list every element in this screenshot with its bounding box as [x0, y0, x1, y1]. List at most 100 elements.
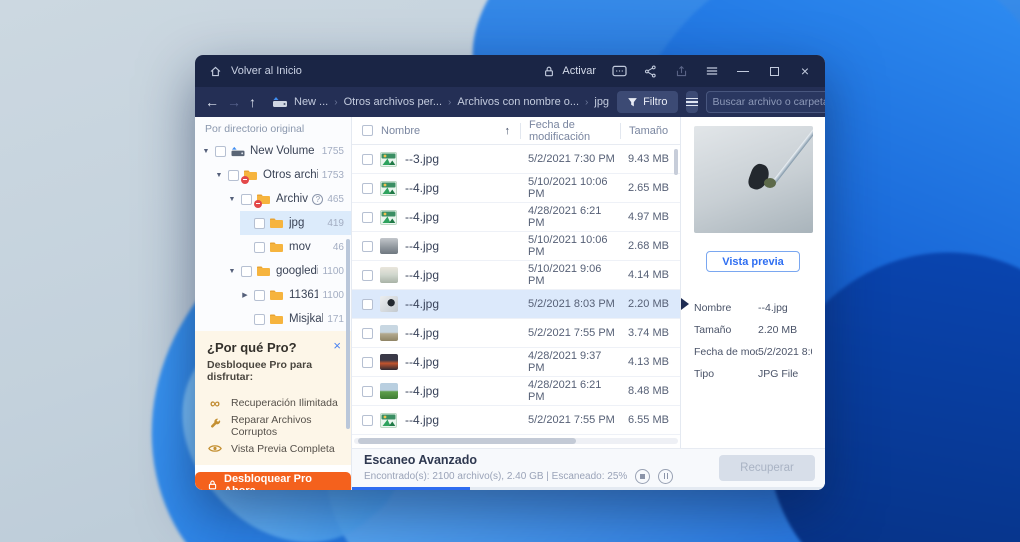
file-detail-label: Tipo — [694, 368, 758, 380]
file-name-cell: --4.jpg — [352, 238, 520, 254]
tree-item-googledirve[interactable]: ▼googledirve1100 — [195, 259, 351, 283]
stop-scan-button[interactable] — [635, 469, 650, 484]
tree-checkbox[interactable] — [254, 314, 265, 325]
tree-checkbox[interactable] — [241, 194, 252, 205]
file-detail-value: --4.jpg — [758, 302, 812, 314]
breadcrumb-separator: › — [334, 97, 337, 108]
back-to-home-button[interactable]: Volver al Inicio — [207, 63, 302, 79]
file-date: 4/28/2021 6:21 PM — [520, 379, 620, 403]
file-row[interactable]: --4.jpg4/28/2021 9:37 PM4.13 MB — [352, 348, 680, 377]
feedback-icon[interactable] — [611, 63, 627, 79]
caret-right-icon[interactable]: ▶ — [240, 291, 250, 299]
horizontal-scrollbar[interactable] — [354, 438, 678, 444]
file-name: --3.jpg — [405, 152, 439, 166]
tree-checkbox[interactable] — [254, 242, 265, 253]
file-row[interactable]: --4.jpg5/2/2021 7:55 PM3.74 MB — [352, 319, 680, 348]
breadcrumb-item[interactable]: Otros archivos per... — [344, 96, 442, 108]
help-icon[interactable]: ? — [312, 194, 323, 205]
file-row[interactable]: --4.jpg5/10/2021 9:06 PM4.14 MB — [352, 261, 680, 290]
promo-close-icon[interactable]: × — [333, 339, 341, 352]
image-file-icon — [380, 152, 398, 167]
file-row[interactable]: --4.jpg5/2/2021 7:55 PM6.55 MB — [352, 406, 680, 435]
image-file-icon — [380, 210, 398, 225]
file-row[interactable]: --4.jpg4/28/2021 6:21 PM8.48 MB — [352, 377, 680, 406]
tree-item-archivosconn[interactable]: ▼Archivos con n...?465 — [195, 187, 351, 211]
column-label-date: Fecha de modificación — [529, 119, 620, 143]
row-checkbox[interactable] — [362, 299, 373, 310]
row-checkbox[interactable] — [362, 270, 373, 281]
tree-item-1136154134406[interactable]: ▶1136154134406...1100 — [195, 283, 351, 307]
title-bar: Volver al Inicio Activar — [195, 55, 825, 87]
row-checkbox[interactable] — [362, 328, 373, 339]
view-mode-button[interactable] — [686, 91, 698, 113]
file-size: 4.13 MB — [620, 356, 680, 368]
row-checkbox[interactable] — [362, 241, 373, 252]
breadcrumb-item[interactable]: Archivos con nombre o... — [457, 96, 579, 108]
menu-icon[interactable] — [704, 63, 720, 79]
tree-checkbox[interactable] — [254, 218, 265, 229]
tree-item-mov[interactable]: mov46 — [195, 235, 351, 259]
caret-down-icon[interactable]: ▼ — [227, 268, 237, 275]
stop-icon — [640, 474, 645, 479]
file-row[interactable]: --3.jpg5/2/2021 7:30 PM9.43 MB — [352, 145, 680, 174]
row-checkbox[interactable] — [362, 386, 373, 397]
tree-item-count: 1755 — [322, 146, 344, 157]
horizontal-scrollbar-thumb[interactable] — [358, 438, 576, 444]
row-checkbox[interactable] — [362, 357, 373, 368]
column-header-date[interactable]: Fecha de modificación — [520, 123, 620, 139]
promo-feature-label: Vista Previa Completa — [231, 443, 335, 455]
tree-item-count: 1100 — [322, 290, 344, 301]
file-size: 3.74 MB — [620, 327, 680, 339]
tree-item-otrosarchivosper[interactable]: ▼Otros archivos per...1753 — [195, 163, 351, 187]
promo-title: ¿Por qué Pro? — [207, 340, 339, 355]
search-input[interactable] — [713, 96, 825, 108]
row-checkbox[interactable] — [362, 183, 373, 194]
row-checkbox[interactable] — [362, 212, 373, 223]
file-row[interactable]: --4.jpg5/10/2021 10:06 PM2.68 MB — [352, 232, 680, 261]
caret-down-icon[interactable]: ▼ — [214, 172, 224, 179]
maximize-button[interactable] — [766, 63, 782, 79]
tree-item-newvolumeg[interactable]: ▼ New Volume (G:) 1755 — [195, 139, 351, 163]
select-all-checkbox[interactable] — [362, 125, 373, 136]
scan-progress-fill — [352, 487, 470, 490]
vertical-scrollbar[interactable] — [674, 149, 678, 175]
folder-icon — [256, 265, 272, 278]
file-row[interactable]: --4.jpg5/2/2021 8:03 PM2.20 MB — [352, 290, 680, 319]
file-row[interactable]: --4.jpg4/28/2021 6:21 PM4.97 MB — [352, 203, 680, 232]
caret-down-icon[interactable]: ▼ — [201, 148, 211, 155]
row-checkbox[interactable] — [362, 154, 373, 165]
share-icon[interactable] — [642, 63, 658, 79]
unlock-pro-button[interactable]: Desbloquear Pro Ahora — [195, 472, 351, 490]
filter-button[interactable]: Filtro — [617, 91, 677, 113]
search-box — [706, 91, 825, 113]
tree-checkbox[interactable] — [215, 146, 226, 157]
up-arrow-button[interactable]: ↑ — [249, 94, 256, 110]
promo-feature: ∞Recuperación Ilimitada — [207, 392, 339, 413]
minimize-button[interactable] — [735, 63, 751, 79]
activate-button[interactable]: Activar — [541, 63, 596, 79]
breadcrumb-item[interactable]: New ... — [294, 96, 328, 108]
file-row[interactable]: --4.jpg5/10/2021 10:06 PM2.65 MB — [352, 174, 680, 203]
pause-icon — [664, 473, 669, 479]
tree-item-jpg[interactable]: jpg419 — [195, 211, 351, 235]
breadcrumb-item[interactable]: jpg — [594, 96, 609, 108]
caret-down-icon[interactable]: ▼ — [227, 196, 237, 203]
close-button[interactable]: × — [797, 63, 813, 79]
file-name-cell: --4.jpg — [352, 181, 520, 196]
back-arrow-button[interactable]: ← — [205, 94, 219, 110]
column-header-name[interactable]: Nombre ↑ — [352, 123, 520, 139]
tree-item-misjkakend[interactable]: Misjkakend171 — [195, 307, 351, 331]
column-header-size[interactable]: Tamaño — [620, 123, 680, 139]
sidebar-scrollbar[interactable] — [346, 239, 350, 429]
tree-checkbox[interactable] — [228, 170, 239, 181]
tree-item-label: New Volume (G:) — [250, 145, 318, 157]
export-icon[interactable] — [673, 63, 689, 79]
preview-image-detail — [764, 178, 776, 188]
tree-checkbox[interactable] — [241, 266, 252, 277]
preview-button[interactable]: Vista previa — [706, 251, 800, 272]
forward-arrow-button[interactable]: → — [227, 94, 241, 110]
recover-button[interactable]: Recuperar — [719, 455, 815, 481]
row-checkbox[interactable] — [362, 415, 373, 426]
pause-scan-button[interactable] — [658, 469, 673, 484]
tree-checkbox[interactable] — [254, 290, 265, 301]
